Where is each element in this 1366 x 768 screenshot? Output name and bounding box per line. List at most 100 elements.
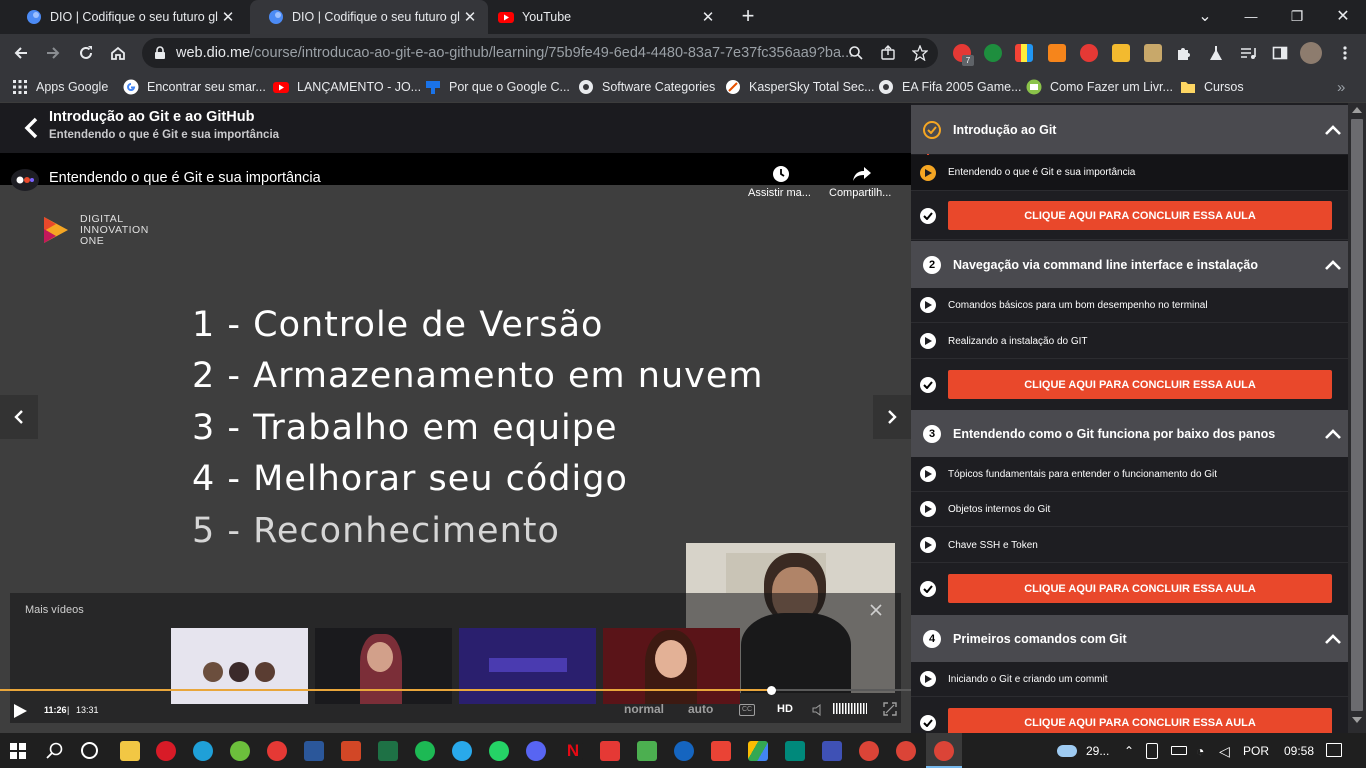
chrome-menu-icon[interactable]: [1332, 40, 1358, 66]
address-bar[interactable]: web.dio.me/course/introducao-ao-git-e-ao…: [142, 38, 938, 68]
speaker-icon[interactable]: ◁: [1219, 743, 1230, 760]
zoom-search-icon[interactable]: [848, 45, 864, 61]
bookmark-por-que-google[interactable]: Por que o Google C...: [425, 77, 570, 97]
quality-auto-button[interactable]: auto: [688, 702, 713, 716]
page-scrollbar[interactable]: [1348, 103, 1366, 733]
bookmarks-overflow-chevron-icon[interactable]: »: [1337, 77, 1345, 97]
lesson-item[interactable]: Chave SSH e Token: [911, 528, 1348, 563]
channel-avatar[interactable]: [11, 169, 39, 191]
bookmark-kaspersky[interactable]: KasperSky Total Sec...: [725, 77, 875, 97]
complete-lesson-button[interactable]: CLIQUE AQUI PARA CONCLUIR ESSA AULA: [948, 708, 1332, 733]
extension-colors-icon[interactable]: [1015, 44, 1033, 62]
side-panel-icon[interactable]: [1267, 40, 1293, 66]
lesson-item-current[interactable]: Entendendo o que é Git e sua importância: [911, 155, 1348, 191]
volume-icon[interactable]: [812, 703, 824, 721]
profile-avatar[interactable]: [1300, 42, 1322, 64]
utorrent-icon[interactable]: [230, 741, 250, 761]
video-thumbnail[interactable]: [459, 628, 596, 704]
tab-search-button[interactable]: ⌄: [1182, 0, 1228, 32]
discord-icon[interactable]: [526, 741, 546, 761]
notification-icon[interactable]: [1326, 743, 1342, 757]
file-explorer-icon[interactable]: [120, 741, 140, 761]
close-tab-icon[interactable]: ✕: [218, 8, 238, 26]
bookmark-apps-google[interactable]: Apps Google: [12, 77, 108, 97]
hd-quality-button[interactable]: HD: [777, 703, 793, 715]
collapse-chevron-icon[interactable]: [1318, 123, 1348, 137]
cortana-icon[interactable]: [81, 742, 98, 759]
excel-icon[interactable]: [378, 741, 398, 761]
bookmark-software-categories[interactable]: Software Categories: [578, 77, 715, 97]
youtube-app-icon[interactable]: [600, 741, 620, 761]
complete-lesson-button[interactable]: CLIQUE AQUI PARA CONCLUIR ESSA AULA: [948, 574, 1332, 603]
watch-later-label[interactable]: Assistir ma...: [748, 187, 811, 199]
collapse-chevron-icon[interactable]: [1318, 427, 1348, 441]
media-control-icon[interactable]: [1235, 40, 1261, 66]
reload-icon[interactable]: [73, 40, 99, 66]
video-title[interactable]: Entendendo o que é Git e sua importância: [49, 170, 321, 186]
lesson-item[interactable]: Iniciando o Git e criando um commit: [911, 662, 1348, 697]
input-language[interactable]: POR: [1243, 744, 1269, 758]
play-icon[interactable]: [12, 703, 28, 724]
close-tab-icon[interactable]: ✕: [460, 8, 480, 26]
gmail-icon[interactable]: [711, 741, 731, 761]
edge-icon[interactable]: [193, 741, 213, 761]
close-tab-icon[interactable]: ✕: [698, 8, 718, 26]
browser-tab-1[interactable]: DIO | Codifique o seu futuro glob ✕: [8, 0, 246, 34]
binance-icon[interactable]: [1112, 44, 1130, 62]
video-thumbnail[interactable]: [315, 628, 452, 704]
home-icon[interactable]: [105, 40, 131, 66]
windows-start-icon[interactable]: [10, 743, 26, 764]
scroll-down-icon[interactable]: [1352, 717, 1362, 723]
tray-chevron-icon[interactable]: ⌃: [1124, 744, 1134, 758]
lesson-item[interactable]: Realizando a instalação do GIT: [911, 324, 1348, 359]
extension-dollar-icon[interactable]: [984, 44, 1002, 62]
lock-icon[interactable]: [154, 46, 166, 60]
scroll-up-icon[interactable]: [1352, 107, 1362, 113]
bookmark-star-icon[interactable]: [912, 45, 928, 61]
search-icon[interactable]: [46, 742, 64, 765]
whatsapp-icon[interactable]: [489, 741, 509, 761]
lesson-item[interactable]: Objetos internos do Git: [911, 492, 1348, 527]
video-thumbnail[interactable]: [603, 628, 740, 704]
opera-icon[interactable]: [156, 741, 176, 761]
window-close-button[interactable]: ✕: [1320, 0, 1366, 32]
volume-slider[interactable]: [833, 703, 867, 714]
google-drive-icon[interactable]: [748, 741, 768, 761]
app-green-icon[interactable]: [637, 741, 657, 761]
bookmark-folder-cursos[interactable]: Cursos: [1180, 77, 1244, 97]
labs-flask-icon[interactable]: [1203, 40, 1229, 66]
app-globe-icon[interactable]: [674, 741, 694, 761]
collapse-chevron-icon[interactable]: [1318, 258, 1348, 272]
video-thumbnail[interactable]: [171, 628, 308, 704]
next-arrow-button[interactable]: [873, 395, 911, 439]
chrome-icon[interactable]: [896, 741, 916, 761]
scrollbar-thumb[interactable]: [1351, 119, 1363, 711]
complete-lesson-button[interactable]: CLIQUE AQUI PARA CONCLUIR ESSA AULA: [948, 201, 1332, 230]
weather-temperature[interactable]: 29...: [1086, 744, 1109, 758]
word-icon[interactable]: [304, 741, 324, 761]
previous-arrow-button[interactable]: [0, 395, 38, 439]
bookmark-encontrar[interactable]: Encontrar seu smar...: [123, 77, 266, 97]
fullscreen-icon[interactable]: [883, 702, 897, 721]
complete-lesson-button[interactable]: CLIQUE AQUI PARA CONCLUIR ESSA AULA: [948, 370, 1332, 399]
speed-button[interactable]: normal: [624, 702, 664, 716]
back-icon[interactable]: [8, 40, 34, 66]
captions-button[interactable]: CC: [739, 704, 755, 716]
bookmark-lancamento[interactable]: LANÇAMENTO - JO...: [273, 77, 421, 97]
weather-cloud-icon[interactable]: [1057, 745, 1077, 757]
video-player[interactable]: Entendendo o que é Git e sua importância…: [0, 153, 911, 733]
extension-box-icon[interactable]: [1144, 44, 1162, 62]
section-header[interactable]: 2 Navegação via command line interface e…: [911, 241, 1348, 288]
lesson-item[interactable]: Comandos básicos para um bom desempenho …: [911, 288, 1348, 323]
share-page-icon[interactable]: [880, 45, 896, 61]
chrome-icon[interactable]: [859, 741, 879, 761]
chrome-active-icon[interactable]: [934, 741, 954, 761]
back-chevron-icon[interactable]: [22, 116, 42, 140]
app-red-icon[interactable]: [267, 741, 287, 761]
phone-icon[interactable]: [1146, 743, 1158, 759]
app-blue-icon[interactable]: [822, 741, 842, 761]
progress-scrubber[interactable]: [766, 686, 776, 695]
new-tab-button[interactable]: +: [736, 4, 760, 28]
section-header[interactable]: 4 Primeiros comandos com Git: [911, 615, 1348, 662]
section-header[interactable]: 3 Entendendo como o Git funciona por bai…: [911, 410, 1348, 457]
